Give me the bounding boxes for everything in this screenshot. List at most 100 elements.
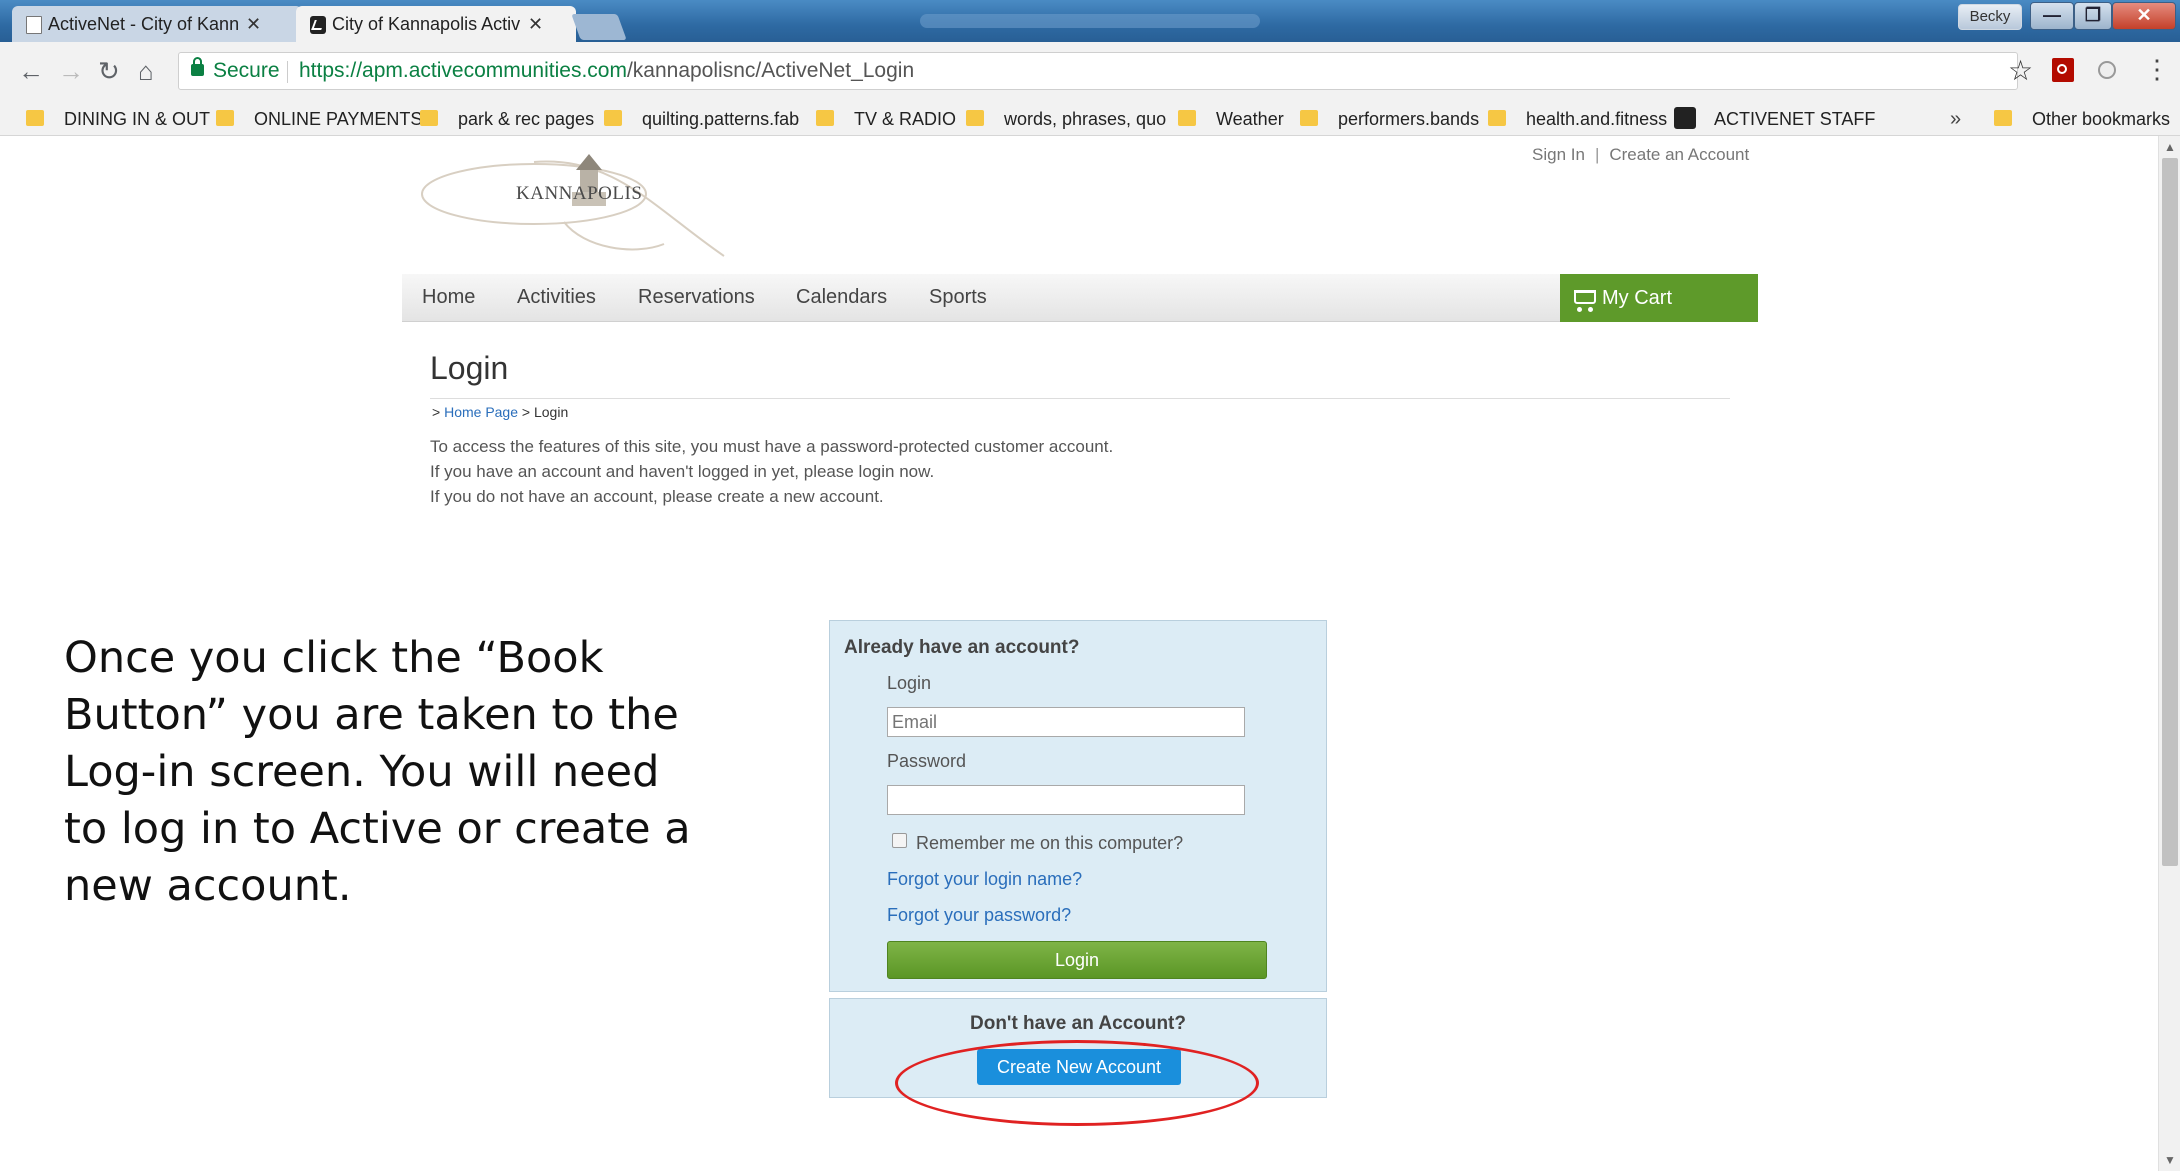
pdf-extension-icon[interactable] [2052,58,2074,82]
minimize-button[interactable]: — [2030,2,2074,30]
menu-icon[interactable]: ⋮ [2144,54,2170,84]
bookmark-label: health.and.fitness [1526,109,1668,129]
nav-sports[interactable]: Sports [929,286,987,309]
folder-icon [1300,110,1318,127]
bookmark-label: TV & RADIO [854,109,957,129]
forward-icon[interactable]: → [58,56,84,86]
nav-home[interactable]: Home [422,286,475,309]
bookmark-folder[interactable]: performers.bands [1300,106,1479,132]
bookmark-label: words, phrases, quo [1004,109,1167,129]
bookmark-label: ONLINE PAYMENTS [254,109,423,129]
bookmark-label: DINING IN & OUT [64,109,211,129]
maximize-button[interactable]: ❐ [2074,2,2112,30]
home-icon[interactable]: ⌂ [138,56,154,86]
url-text[interactable]: https://apm.activecommunities.com/kannap… [299,59,914,83]
nav-activities[interactable]: Activities [517,286,596,309]
new-account-heading: Don't have an Account? [970,1013,1186,1034]
bookmark-label: Weather [1216,109,1284,129]
activenet-logo-icon [1674,107,1696,130]
bookmark-folder[interactable]: park & rec pages [420,106,594,132]
bookmark-folder[interactable]: DINING IN & OUT [26,106,210,132]
divider [287,61,288,83]
login-button[interactable]: Login [887,941,1267,979]
new-tab-button[interactable] [571,14,627,40]
bookmark-folder[interactable]: words, phrases, quo [966,106,1166,132]
login-label: Login [887,673,932,693]
password-label: Password [887,751,967,771]
folder-icon [420,110,438,127]
divider [430,398,1730,399]
annotation-highlight-ellipse [895,1040,1259,1126]
password-field[interactable] [887,785,1245,815]
blurred-window-title [920,14,1260,28]
folder-icon [216,110,234,127]
folder-icon [26,110,44,127]
bookmark-label: ACTIVENET STAFF [1714,109,1876,129]
remember-me-checkbox[interactable] [892,833,907,848]
forgot-password-link[interactable]: Forgot your password? [887,905,1071,926]
breadcrumb: > Home Page > Login [432,404,568,420]
url-path: /kannapolisnc/ActiveNet_Login [626,59,915,82]
scroll-up-icon[interactable]: ▲ [2164,140,2176,154]
bookmark-label: performers.bands [1338,109,1480,129]
folder-icon [1994,110,2012,127]
nav-calendars[interactable]: Calendars [796,286,887,309]
instruction-caption: Once you click the “Book Button” you are… [64,633,691,911]
email-field[interactable] [887,707,1245,737]
other-bookmarks[interactable]: Other bookmarks [1994,106,2170,132]
bookmark-folder[interactable]: ONLINE PAYMENTS [216,106,422,132]
page-title: Login [430,350,509,386]
lock-icon [191,57,204,76]
profile-button[interactable]: Becky [1958,4,2022,30]
cart-icon [1574,290,1596,312]
browser-titlebar: ActiveNet - City of Kanna ✕ City of Kann… [0,0,2180,42]
bookmark-star-icon[interactable]: ☆ [2008,54,2033,87]
close-tab-icon[interactable]: ✕ [246,14,261,35]
tab-title: ActiveNet - City of Kanna [48,13,238,34]
remember-me-label: Remember me on this computer? [916,833,1184,853]
bookmark-label: quilting.patterns.fab [642,109,800,129]
more-bookmarks-chevron[interactable]: » [1950,106,1961,132]
create-account-link[interactable]: Create an Account [1609,145,1749,164]
intro-line: To access the features of this site, you… [430,437,1114,456]
account-links: Sign In | Create an Account [1532,145,1749,165]
breadcrumb-current: Login [533,404,569,420]
back-icon[interactable]: ← [18,56,44,86]
login-panel-heading: Already have an account? [844,637,1080,658]
nav-reservations[interactable]: Reservations [638,286,755,309]
tab-title: City of Kannapolis Activit [332,13,520,34]
folder-icon [604,110,622,127]
secure-label: Secure [213,59,280,82]
reload-icon[interactable]: ↻ [98,56,120,86]
activenet-logo-icon [310,16,326,34]
folder-icon [1178,110,1196,127]
link-separator: | [1594,145,1600,164]
folder-icon [1488,110,1506,127]
scroll-thumb[interactable] [2162,158,2178,866]
main-nav: Home Activities Reservations Calendars S… [402,274,1758,322]
my-cart-button[interactable]: My Cart [1560,274,1758,322]
intro-text: To access the features of this site, you… [430,434,1113,509]
bookmark-folder[interactable]: health.and.fitness [1488,106,1667,132]
address-bar[interactable]: Secure https://apm.activecommunities.com… [178,52,2018,90]
page-icon [26,16,42,34]
folder-icon [966,110,984,127]
sign-in-link[interactable]: Sign In [1532,145,1585,164]
tab-activenet[interactable]: ActiveNet - City of Kanna ✕ [12,6,302,42]
tab-kannapolis[interactable]: City of Kannapolis Activit ✕ [296,6,576,42]
forgot-login-link[interactable]: Forgot your login name? [887,869,1082,890]
bookmark-activenet-staff[interactable]: ACTIVENET STAFF [1674,106,1875,132]
breadcrumb-home-link[interactable]: Home Page [444,404,518,420]
bookmark-folder[interactable]: TV & RADIO [816,106,956,132]
bookmarks-bar: DINING IN & OUT ONLINE PAYMENTS park & r… [0,102,2180,136]
intro-line: If you do not have an account, please cr… [430,487,884,506]
close-window-button[interactable]: ✕ [2112,2,2176,30]
cart-label: My Cart [1602,287,1672,309]
bookmark-folder[interactable]: quilting.patterns.fab [604,106,799,132]
breadcrumb-separator: > [521,404,531,420]
extension-icon[interactable] [2098,61,2116,79]
bookmark-folder[interactable]: Weather [1178,106,1284,132]
page-scrollbar[interactable]: ▲ ▼ [2158,136,2180,1171]
close-tab-icon[interactable]: ✕ [528,14,543,35]
scroll-down-icon[interactable]: ▼ [2164,1153,2176,1167]
